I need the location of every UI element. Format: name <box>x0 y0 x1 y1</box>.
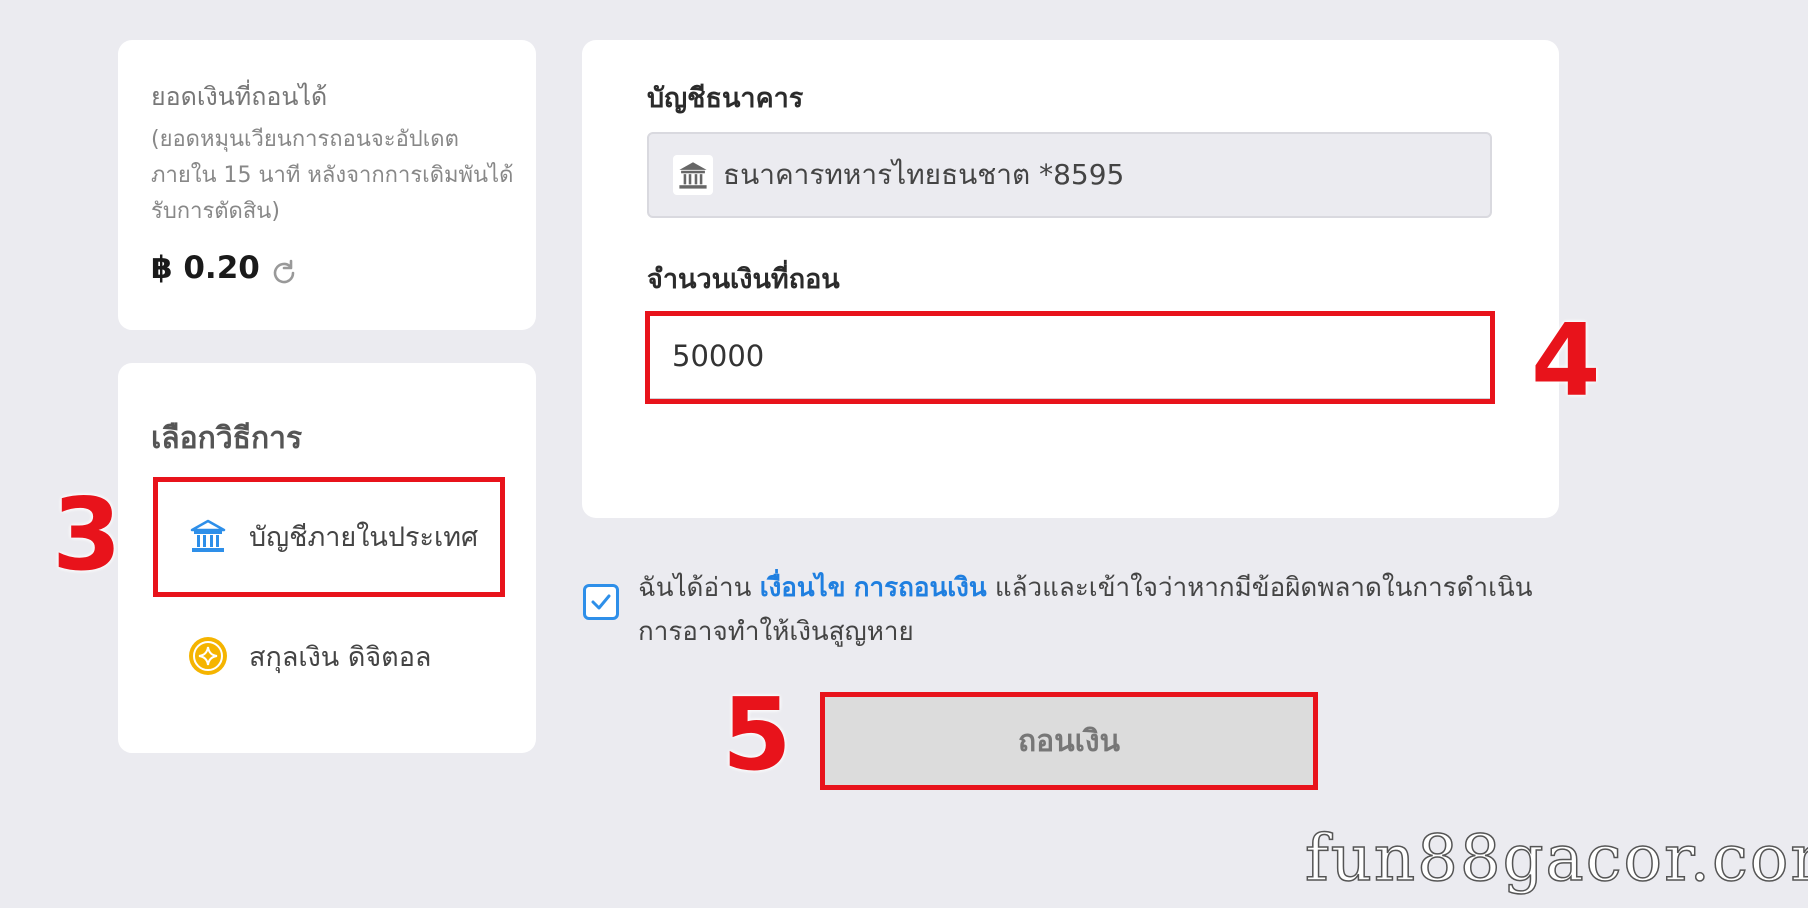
step-3-label: 3 <box>52 476 122 593</box>
watermark: fun88gacor.com <box>1304 821 1808 897</box>
terms-checkbox[interactable] <box>583 584 619 620</box>
terms-link-withdrawal[interactable]: การถอนเงิน <box>854 573 987 603</box>
method-crypto-label: สกุลเงิน ดิจิตอล <box>249 641 432 673</box>
amount-input[interactable] <box>647 313 1492 399</box>
bank-account-value: ธนาคารทหารไทยธนชาต *8595 <box>723 158 1125 191</box>
bank-account-label: บัญชีธนาคาร <box>647 83 804 114</box>
check-icon <box>591 594 611 610</box>
coin-icon <box>187 635 229 677</box>
balance-card: ยอดเงินที่ถอนได้ (ยอดหมุนเวียนการถอนจะอั… <box>118 40 536 330</box>
balance-amount: ฿ 0.20 <box>151 250 260 286</box>
withdraw-button[interactable]: ถอนเงิน <box>822 694 1316 788</box>
method-local-bank[interactable]: บัญชีภายในประเทศ <box>156 480 506 592</box>
method-crypto[interactable]: สกุลเงิน ดิจิตอล <box>156 600 506 712</box>
bank-icon <box>673 155 713 195</box>
bank-icon <box>187 515 229 557</box>
step-4-label: 4 <box>1531 302 1601 419</box>
step-5-label: 5 <box>722 676 792 793</box>
method-local-label: บัญชีภายในประเทศ <box>249 521 479 553</box>
method-card: เลือกวิธีการ บัญชีภายในประเทศ สกุลเงิน ด… <box>118 363 536 753</box>
terms-prefix: ฉันได้อ่าน <box>638 573 760 603</box>
amount-label: จำนวนเงินที่ถอน <box>647 264 840 295</box>
method-title: เลือกวิธีการ <box>151 421 303 456</box>
terms-text: ฉันได้อ่าน เงื่อนไข การถอนเงิน แล้วและเข… <box>638 566 1558 654</box>
terms-link-conditions[interactable]: เงื่อนไข <box>760 573 846 603</box>
balance-title: ยอดเงินที่ถอนได้ <box>151 82 328 111</box>
withdraw-form-card: บัญชีธนาคาร ธนาคารทหารไทยธนชาต *8595 จำน… <box>582 40 1559 518</box>
refresh-icon[interactable] <box>268 257 300 289</box>
balance-note: (ยอดหมุนเวียนการถอนจะอัปเดตภายใน 15 นาที… <box>151 127 514 224</box>
bank-account-select[interactable]: ธนาคารทหารไทยธนชาต *8595 <box>647 132 1492 218</box>
